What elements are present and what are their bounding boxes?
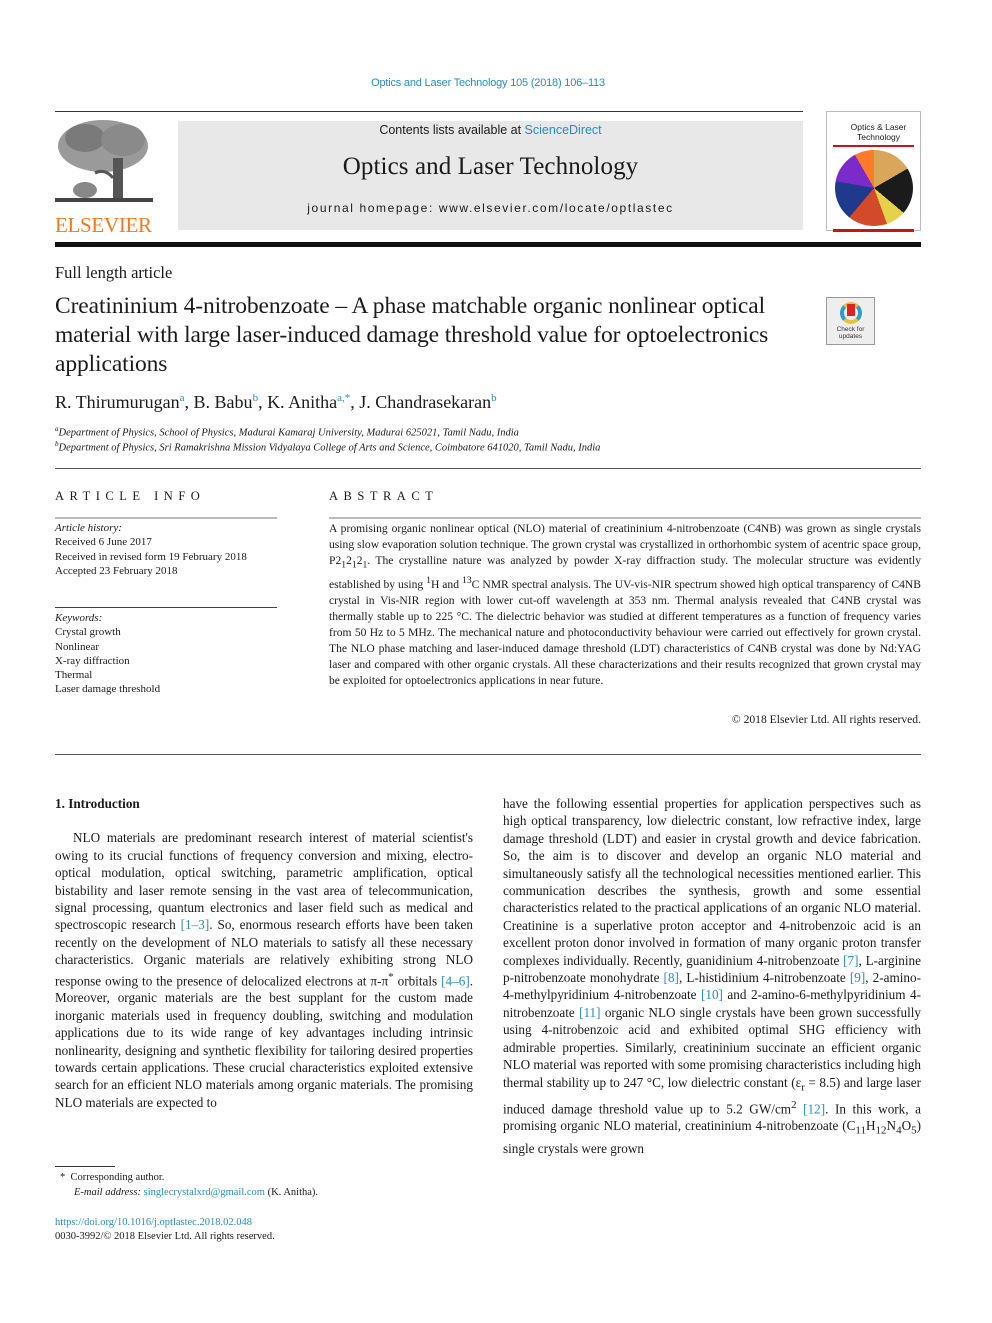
- author-name[interactable]: R. Thirumurugan: [55, 392, 180, 412]
- citation-link[interactable]: [8]: [664, 970, 679, 985]
- keywords-block: Keywords: Crystal growth Nonlinear X-ray…: [55, 611, 160, 697]
- contents-prefix: Contents lists available at: [379, 123, 525, 137]
- section-heading: 1. Introduction: [55, 796, 140, 811]
- author-name[interactable]: B. Babu: [194, 392, 253, 412]
- history-item: Accepted 23 February 2018: [55, 564, 178, 577]
- sciencedirect-link[interactable]: ScienceDirect: [525, 123, 602, 137]
- journal-reference-link[interactable]: Optics and Laser Technology 105 (2018) 1…: [0, 77, 976, 89]
- issn-copyright: 0030-3992/© 2018 Elsevier Ltd. All right…: [55, 1231, 275, 1242]
- article-type: Full length article: [55, 263, 173, 282]
- abstract-heading: ABSTRACT: [329, 489, 439, 503]
- journal-cover-thumbnail[interactable]: Optics & Laser Technology: [826, 111, 921, 232]
- journal-title: Optics and Laser Technology: [342, 153, 639, 180]
- author-list: R. Thirumurugana, B. Babub, K. Anithaa,*…: [55, 392, 497, 412]
- author-name[interactable]: J. Chandrasekaran: [359, 392, 491, 412]
- citation-link[interactable]: [4–6]: [441, 973, 470, 988]
- article-title: Creatininium 4-nitrobenzoate – A phase m…: [55, 293, 769, 377]
- contents-line: Contents lists available at ScienceDirec…: [178, 123, 803, 137]
- journal-homepage[interactable]: journal homepage: www.elsevier.com/locat…: [178, 201, 803, 215]
- author-affiliation-mark[interactable]: b: [491, 392, 497, 404]
- body-column-left: 1. Introduction NLO materials are predom…: [55, 795, 473, 1111]
- cover-rule-bottom: [833, 229, 914, 232]
- journal-banner: Contents lists available at ScienceDirec…: [178, 121, 803, 230]
- affiliation-a: aDepartment of Physics, School of Physic…: [55, 425, 519, 439]
- top-rule: [55, 111, 803, 112]
- keyword: Laser damage threshold: [55, 683, 161, 696]
- citation-link[interactable]: [9]: [850, 970, 865, 985]
- history-item: Received 6 June 2017: [55, 536, 152, 549]
- citation-link[interactable]: [11]: [579, 1005, 600, 1020]
- doi-link[interactable]: https://doi.org/10.1016/j.optlastec.2018…: [55, 1217, 252, 1228]
- citation-link[interactable]: [7]: [843, 953, 858, 968]
- body-paragraph: NLO materials are predominant research i…: [55, 830, 474, 1110]
- author-affiliation-mark[interactable]: b: [253, 392, 259, 404]
- author-name[interactable]: K. Anitha: [267, 392, 337, 412]
- body-paragraph: have the following essential properties …: [503, 796, 921, 1157]
- keywords-rule: [55, 607, 277, 608]
- body-divider: [55, 754, 921, 755]
- corresponding-author-note: * Corresponding author.: [60, 1172, 165, 1183]
- affiliation-b: bDepartment of Physics, Sri Ramakrishna …: [55, 440, 600, 454]
- email-note: E-mail address: singlecrystalxrd@gmail.c…: [74, 1187, 319, 1198]
- history-item: Received in revised form 19 February 201…: [55, 550, 247, 563]
- keywords-label: Keywords:: [55, 612, 103, 624]
- body-column-right: have the following essential properties …: [503, 795, 921, 1158]
- citation-link[interactable]: [10]: [701, 987, 723, 1002]
- elsevier-logo[interactable]: ELSEVIER: [55, 118, 155, 237]
- footnote-rule: [55, 1166, 115, 1167]
- author-affiliation-mark[interactable]: a,*: [337, 392, 350, 404]
- cover-rule: [833, 145, 914, 147]
- keyword: Nonlinear: [55, 640, 99, 653]
- check-for-updates-button[interactable]: Check for updates: [826, 297, 875, 345]
- affiliation-text: Department of Physics, Sri Ramakrishna M…: [58, 442, 601, 454]
- author-affiliation-mark[interactable]: a: [180, 392, 185, 404]
- check-updates-icon: [839, 302, 862, 324]
- elsevier-tree-icon: [55, 118, 153, 206]
- elsevier-wordmark: ELSEVIER: [55, 213, 152, 237]
- cover-title: Optics & Laser Technology: [850, 122, 907, 142]
- article-info-heading: ARTICLE INFO: [55, 489, 206, 503]
- keyword: X-ray diffraction: [55, 654, 130, 667]
- affiliation-text: Department of Physics, School of Physics…: [58, 427, 519, 439]
- article-info-rule: [55, 517, 277, 519]
- check-updates-label: Check for updates: [836, 326, 865, 340]
- abstract-rule: [329, 517, 921, 519]
- header-divider: [55, 242, 921, 247]
- citation-link[interactable]: [1–3]: [181, 917, 210, 932]
- history-label: Article history:: [55, 522, 122, 534]
- keyword: Thermal: [55, 669, 93, 682]
- abstract-copyright: © 2018 Elsevier Ltd. All rights reserved…: [731, 713, 921, 726]
- section-divider: [55, 468, 921, 469]
- citation-link[interactable]: [12]: [803, 1101, 825, 1116]
- email-link[interactable]: singlecrystalxrd@gmail.com: [144, 1187, 265, 1198]
- abstract-text: A promising organic nonlinear optical (N…: [329, 522, 921, 688]
- cover-image: [834, 150, 913, 226]
- article-history: Article history: Received 6 June 2017 Re…: [55, 521, 247, 578]
- keyword: Crystal growth: [55, 626, 121, 639]
